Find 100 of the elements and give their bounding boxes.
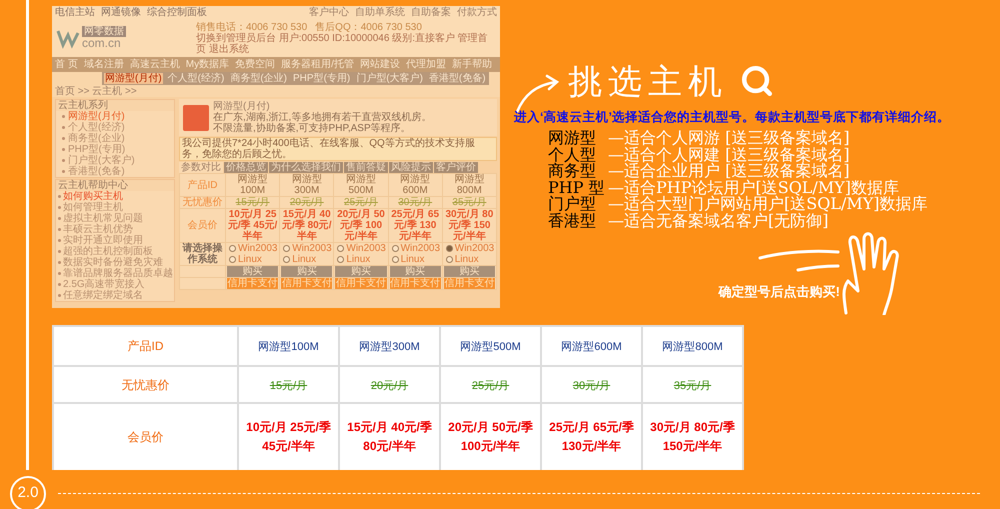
bullet-icon: [62, 115, 65, 118]
product-name: 网游型500M: [346, 174, 376, 196]
help-link[interactable]: 任意绑定绑定域名: [63, 290, 143, 301]
nav-item[interactable]: 新手帮助: [452, 59, 492, 70]
nav-item[interactable]: 网站建设: [360, 59, 400, 70]
host-type: 门户型: [548, 196, 596, 212]
user-info: 切换到管理员后台 用户:00550 ID:10000046 级别:直接客户 管理首页 退出系统: [196, 32, 489, 54]
help-link[interactable]: 靠谱品牌服务器品质卓越: [63, 268, 173, 279]
bullet-icon: [58, 195, 61, 198]
host-type-description: —适合企业用户 [送三级备案域名]: [608, 163, 850, 180]
tab[interactable]: 价格总览: [224, 162, 268, 173]
old-price: 35元/月: [674, 380, 712, 392]
tab[interactable]: 为什么选择我们: [269, 162, 343, 173]
nav-item[interactable]: 免费空间: [235, 59, 276, 70]
row-label: 产品ID: [128, 339, 164, 353]
nav-item[interactable]: 服务器租用/托管: [281, 59, 354, 70]
tab[interactable]: 客户评价: [434, 162, 478, 173]
subnav-item[interactable]: 门户型(大客户): [355, 73, 424, 84]
radio-button[interactable]: [229, 245, 236, 252]
buy-button[interactable]: 购买: [335, 266, 387, 277]
help-link[interactable]: 如何管理主机: [63, 202, 123, 213]
radio-button[interactable]: [283, 256, 290, 263]
bullet-icon: [58, 294, 61, 297]
radio-button[interactable]: [337, 256, 344, 263]
member-price: 10元/月 25元/季 45元/半年: [245, 419, 332, 455]
top-link[interactable]: 付款方式: [457, 7, 497, 18]
help-link[interactable]: 虚拟主机常见问题: [63, 213, 143, 224]
row-label: 无忧惠价: [122, 378, 170, 392]
tab[interactable]: 风险提示: [389, 162, 433, 173]
help-link[interactable]: 丰硕云主机优势: [63, 224, 133, 235]
help-link[interactable]: 数据实时备份避免灾难: [63, 257, 163, 268]
radio-button[interactable]: [446, 245, 453, 252]
sidebar-item[interactable]: 门户型(大客户): [68, 155, 135, 166]
member-price: 25元/月 65元/季 130元/半年: [391, 209, 440, 242]
bullet-icon: [62, 137, 65, 140]
os-option: Win2003: [292, 243, 332, 254]
radio-button[interactable]: [392, 245, 399, 252]
radio-button[interactable]: [392, 256, 399, 263]
help-link[interactable]: 2.5G高速带宽接入: [63, 279, 145, 290]
nav-item[interactable]: 代理加盟: [406, 59, 446, 70]
top-link[interactable]: 自助单系统: [355, 7, 405, 18]
credit-card-button[interactable]: 信用卡支付: [390, 278, 441, 289]
product-title: 网游型(月付): [213, 101, 270, 112]
radio-button[interactable]: [446, 256, 453, 263]
os-option: Linux: [400, 254, 424, 265]
row-label: 无忧惠价: [182, 197, 222, 208]
old-price: 25元/月: [344, 197, 378, 208]
os-option: Win2003: [454, 243, 494, 254]
nav-item[interactable]: 首 页: [55, 59, 78, 70]
credit-card-button[interactable]: 信用卡支付: [227, 278, 278, 289]
top-link[interactable]: 网通镜像: [101, 7, 141, 18]
os-option: Linux: [292, 254, 316, 265]
radio-button[interactable]: [229, 256, 236, 263]
subnav-item[interactable]: PHP型(专用): [292, 73, 352, 84]
sidebar-heading: 云主机系列: [56, 100, 174, 111]
member-price: 10元/月 25元/季 45元/半年: [228, 209, 278, 242]
top-link[interactable]: 电信主站: [55, 7, 95, 18]
intro-text: 进入‘高速云主机’选择适合您的主机型号。每款主机型号底下都有详细介绍。: [514, 110, 951, 124]
subnav-item[interactable]: 香港型(免备): [428, 73, 487, 84]
nav-item[interactable]: 域名注册: [84, 59, 124, 70]
top-link[interactable]: 客户中心: [309, 7, 349, 18]
buy-button[interactable]: 购买: [281, 266, 332, 277]
top-link[interactable]: 综合控制面板: [147, 7, 207, 18]
host-type: PHP 型: [548, 180, 602, 196]
radio-button[interactable]: [283, 245, 290, 252]
radio-button[interactable]: [337, 245, 344, 252]
sidebar-item[interactable]: 网游型(月付): [68, 111, 125, 122]
member-price: 25元/月 65元/季 130元/半年: [548, 419, 635, 455]
credit-card-button[interactable]: 信用卡支付: [444, 278, 495, 289]
sidebar-item[interactable]: 商务型(企业): [68, 133, 125, 144]
bullet-icon: [62, 170, 65, 173]
help-link[interactable]: 如何购买主机: [63, 191, 123, 202]
top-link[interactable]: 自助备案: [411, 7, 451, 18]
tab[interactable]: 参数对比: [179, 162, 223, 173]
row-label: 请选择操作系统: [182, 243, 222, 265]
old-price: 35元/月: [452, 197, 486, 208]
bullet-icon: [62, 159, 65, 162]
buy-button[interactable]: 购买: [444, 266, 495, 277]
buy-button[interactable]: 购买: [227, 266, 278, 277]
old-price: 30元/月: [398, 197, 432, 208]
bullet-icon: [58, 239, 61, 242]
os-option: Win2003: [238, 243, 278, 254]
tab[interactable]: 售前答疑: [344, 162, 388, 173]
host-type: 网游型: [548, 130, 597, 146]
breadcrumb: 首页 >> 云主机 >>: [55, 86, 137, 96]
credit-card-button[interactable]: 信用卡支付: [281, 278, 332, 289]
product-name: 网游型300M: [292, 174, 322, 196]
sidebar-item[interactable]: PHP型(专用): [68, 144, 126, 155]
subnav-item[interactable]: 商务型(企业): [229, 73, 288, 84]
nav-item[interactable]: 高速云主机: [130, 59, 180, 70]
nav-item[interactable]: My数据库: [186, 59, 230, 70]
help-link[interactable]: 实时开通立即使用: [63, 235, 143, 246]
sidebar-item[interactable]: 个人型(经济): [68, 122, 125, 133]
help-link[interactable]: 超强的主机控制面板: [63, 246, 153, 257]
buy-button[interactable]: 购买: [390, 266, 441, 277]
sidebar-item[interactable]: 香港型(免备): [68, 166, 125, 177]
subnav-item[interactable]: 网游型(月付): [104, 73, 163, 84]
sales-phone: 销售电话：4006 730 530: [196, 22, 308, 32]
subnav-item[interactable]: 个人型(经济): [166, 73, 226, 84]
credit-card-button[interactable]: 信用卡支付: [335, 278, 387, 289]
